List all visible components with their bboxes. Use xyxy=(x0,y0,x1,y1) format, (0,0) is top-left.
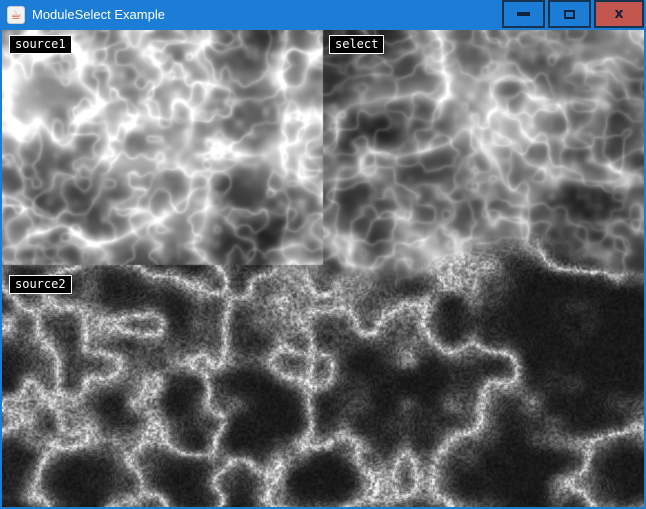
window-title: ModuleSelect Example xyxy=(32,0,165,30)
label-select: select xyxy=(329,35,384,54)
app-window: ☕ ModuleSelect Example x source1 select … xyxy=(0,0,646,509)
window-controls: x xyxy=(499,0,644,28)
render-viewport: source1 select source2 xyxy=(2,30,644,507)
close-icon: x xyxy=(614,7,623,21)
minimize-button[interactable] xyxy=(502,0,545,28)
label-source1: source1 xyxy=(9,35,72,54)
maximize-button[interactable] xyxy=(548,0,591,28)
java-coffee-cup-icon: ☕ xyxy=(7,6,25,24)
maximize-icon xyxy=(564,10,575,19)
label-source2: source2 xyxy=(9,275,72,294)
minimize-icon xyxy=(517,12,530,16)
coffee-cup-glyph: ☕ xyxy=(10,9,22,22)
titlebar[interactable]: ☕ ModuleSelect Example x xyxy=(2,0,644,30)
close-button[interactable]: x xyxy=(594,0,644,28)
noise-texture-canvas xyxy=(2,30,644,507)
